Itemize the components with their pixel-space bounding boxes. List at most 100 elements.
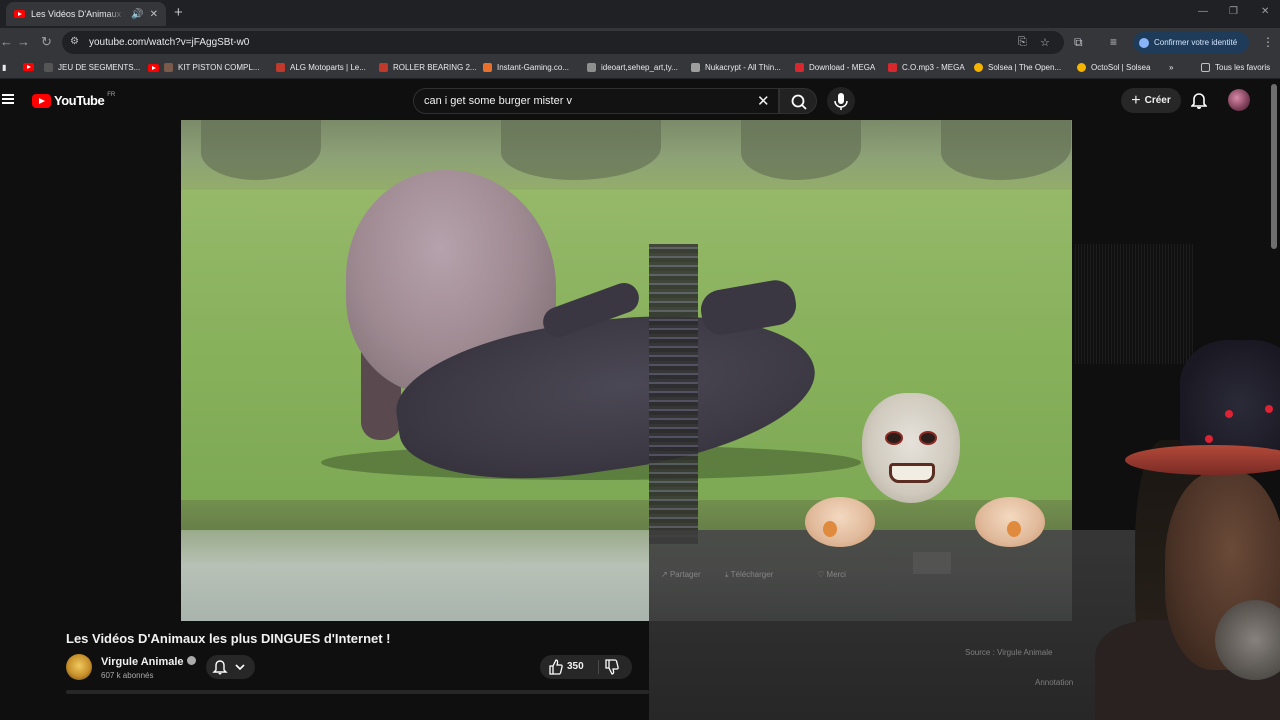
notifications-bell-icon[interactable] [1191, 91, 1207, 109]
bookmark-item[interactable]: C.O.mp3 - MEGA [888, 63, 965, 72]
speaker-icon[interactable]: 🔊 [131, 9, 143, 20]
youtube-favicon-icon [148, 63, 159, 72]
overlay-box [913, 552, 951, 574]
forward-arrow-icon[interactable]: → [17, 35, 30, 49]
download-button: ⤓ Télécharger [725, 570, 773, 580]
bookmark-youtube[interactable] [23, 63, 34, 71]
bookmark-favicon-icon [483, 63, 492, 72]
monkey-sticker [862, 393, 960, 503]
site-info-icon[interactable]: ⚙ [70, 36, 79, 47]
bookmark-star-icon[interactable]: ☆ [1040, 36, 1050, 49]
paw-pad [1007, 521, 1021, 537]
youtube-favicon-icon [23, 63, 34, 71]
channel-avatar[interactable] [66, 654, 92, 680]
like-dislike-group: 350 [540, 655, 632, 679]
sticker-eye [919, 431, 937, 445]
restore-icon[interactable]: ❐ [1229, 6, 1238, 17]
reload-icon[interactable]: ↻ [41, 35, 52, 49]
search-input[interactable]: can i get some burger mister v ✕ [413, 88, 779, 114]
bookmark-favicon-icon [691, 63, 700, 72]
bookmark-item[interactable]: JEU DE SEGMENTS... [44, 63, 140, 72]
identity-button[interactable]: Confirmer votre identité [1133, 32, 1249, 53]
mega-icon [888, 63, 897, 72]
bookmark-label: C.O.mp3 - MEGA [902, 63, 965, 72]
extensions-icon[interactable]: ⧉ [1074, 35, 1083, 50]
bookmark-favicon-icon [44, 63, 53, 72]
chrome-icon [1077, 63, 1086, 72]
address-bar[interactable]: ⚙ youtube.com/watch?v=jFAggSBt-w0 ⎘ ☆ [62, 31, 1064, 54]
subscribed-notifications-button[interactable] [206, 655, 255, 679]
like-count[interactable]: 350 [567, 661, 584, 672]
source-text: Source : Virgule Animale [965, 648, 1053, 657]
browser-tabstrip: Les Vidéos D'Animaux les plus DINGUES d'… [0, 0, 1280, 28]
page-scrollbar[interactable] [1271, 84, 1277, 249]
clear-search-icon[interactable]: ✕ [757, 92, 770, 110]
new-tab-icon[interactable]: + [174, 4, 183, 21]
bookmark-label: ROLLER BEARING 2... [393, 63, 477, 72]
youtube-header: YouTube FR can i get some burger mister … [0, 80, 1280, 120]
youtube-logo[interactable]: YouTube FR [32, 91, 116, 108]
paw-pad [823, 521, 837, 537]
verified-icon [186, 656, 196, 665]
bookmark-item[interactable]: OctoSol | Solsea [1077, 63, 1150, 72]
apps-icon[interactable]: ▮ [2, 63, 6, 72]
browser-menu-icon[interactable]: ⋮ [1262, 35, 1274, 49]
close-window-icon[interactable]: ✕ [1261, 6, 1269, 17]
mega-icon [795, 63, 804, 72]
menu-icon[interactable] [2, 94, 14, 104]
youtube-play-icon [32, 93, 51, 108]
plus-icon: + [1131, 91, 1141, 109]
bookmarks-bar: ▮ JEU DE SEGMENTS... KIT PISTON COMPL...… [0, 57, 1280, 79]
faded-text: Annotation [1035, 678, 1074, 687]
install-app-icon[interactable]: ⎘ [1018, 36, 1027, 49]
url-text[interactable]: youtube.com/watch?v=jFAggSBt-w0 [89, 37, 249, 48]
bookmark-item[interactable]: Nukacrypt - All Thin... [691, 63, 781, 72]
bookmark-item[interactable]: ALG Motoparts | Le... [276, 63, 366, 72]
thanks-label: Merci [826, 570, 846, 579]
webcam-hat [1180, 340, 1280, 450]
bookmark-label: JEU DE SEGMENTS... [58, 63, 141, 72]
chrome-icon [974, 63, 983, 72]
search-query[interactable]: can i get some burger mister v [424, 95, 572, 107]
browser-tab-active[interactable]: Les Vidéos D'Animaux les plus DINGUES d'… [6, 2, 166, 26]
glitch-overlay [649, 244, 698, 544]
bookmark-favicon-icon [587, 63, 596, 72]
avatar[interactable] [1228, 89, 1250, 111]
bookmark-item[interactable]: ROLLER BEARING 2... [379, 63, 477, 72]
create-button[interactable]: + Créer [1121, 88, 1181, 113]
identity-label: Confirmer votre identité [1154, 38, 1238, 47]
more-bookmarks-icon[interactable]: » [1169, 63, 1173, 72]
thumbs-down-icon[interactable] [602, 655, 622, 679]
back-arrow-icon[interactable]: ← [0, 35, 13, 49]
thanks-button: ♡ Merci [817, 570, 846, 579]
bookmark-item[interactable]: Download - MEGA [795, 63, 875, 72]
media-controls-icon[interactable]: ≡ [1110, 35, 1117, 49]
close-tab-icon[interactable]: ✕ [150, 9, 158, 20]
all-bookmarks[interactable]: Tous les favoris [1201, 63, 1270, 72]
sticker-mouth [889, 463, 935, 483]
bookmark-item[interactable]: KIT PISTON COMPL... [148, 63, 260, 72]
bookmark-favicon-icon [164, 63, 173, 72]
browser-toolbar: ← → ↻ ⚙ youtube.com/watch?v=jFAggSBt-w0 … [0, 28, 1280, 57]
bookmark-label: OctoSol | Solsea [1091, 63, 1151, 72]
bookmark-label: Solsea | The Open... [988, 63, 1062, 72]
channel-name-text: Virgule Animale [101, 656, 184, 668]
bookmark-item[interactable]: ideoart,sehep_art,ty... [587, 63, 678, 72]
thumbs-up-icon[interactable] [546, 655, 566, 679]
region-code: FR [107, 91, 116, 98]
channel-name[interactable]: Virgule Animale [101, 656, 196, 668]
hat-decoration [1265, 405, 1273, 413]
microphone-icon [834, 93, 848, 110]
description-bar [66, 690, 649, 694]
youtube-favicon-icon [14, 10, 25, 18]
search-button[interactable] [779, 88, 817, 114]
bell-icon [212, 660, 245, 675]
bookmark-item[interactable]: Instant-Gaming.co... [483, 63, 569, 72]
logo-text: YouTube [54, 93, 105, 108]
share-label: Partager [669, 570, 701, 579]
bookmark-item[interactable]: Solsea | The Open... [974, 63, 1061, 72]
minimize-icon[interactable]: — [1198, 6, 1208, 17]
voice-search-button[interactable] [827, 87, 855, 115]
search-icon [791, 94, 807, 110]
folder-icon [1201, 63, 1210, 72]
